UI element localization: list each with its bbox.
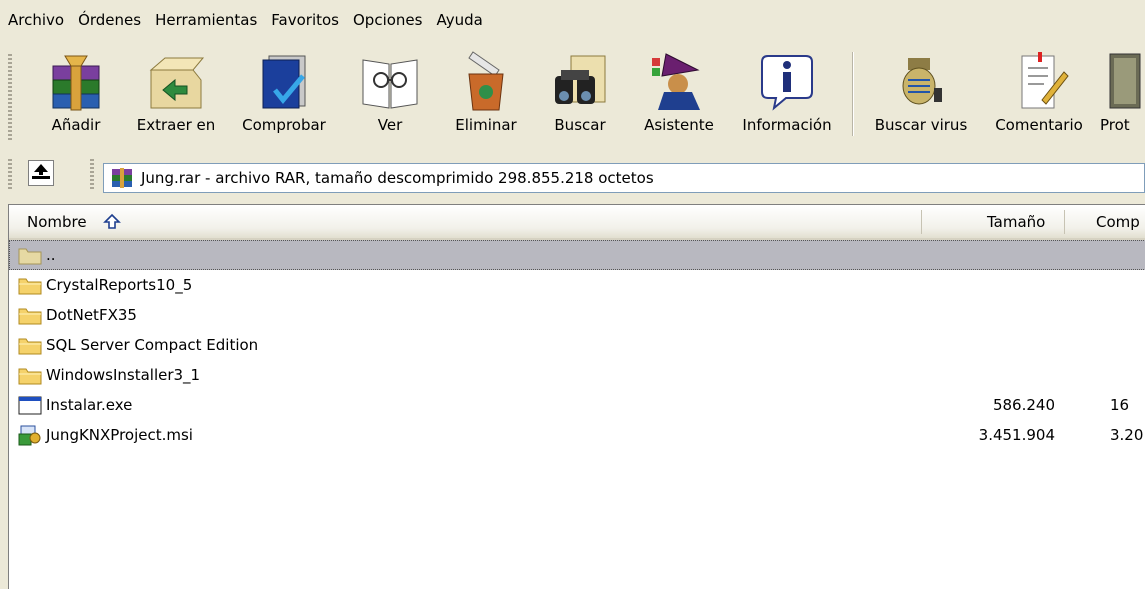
- column-size-label: Tamaño: [987, 212, 1046, 231]
- column-name-label: Nombre: [27, 212, 87, 231]
- delete-button[interactable]: Eliminar: [446, 50, 526, 142]
- view-button-label: Ver: [377, 116, 403, 134]
- info-icon: [761, 55, 813, 111]
- wizard-icon: [652, 53, 700, 110]
- folder-icon: [18, 338, 42, 355]
- find-icon: [555, 55, 606, 104]
- up-folder-button[interactable]: [28, 160, 54, 186]
- wizard-button[interactable]: Asistente: [634, 50, 724, 142]
- menu-archivo[interactable]: Archivo: [0, 11, 70, 29]
- view-icon: [362, 59, 418, 109]
- test-button-label: Comprobar: [242, 116, 326, 134]
- file-packed: 16: [1110, 396, 1130, 414]
- table-row[interactable]: CrystalReports10_5: [9, 270, 1145, 300]
- extract-icon: [149, 57, 205, 109]
- add-button[interactable]: Añadir: [36, 50, 116, 142]
- extract-button[interactable]: Extraer en: [126, 50, 226, 142]
- file-name: CrystalReports10_5: [46, 276, 193, 294]
- address-text: Jung.rar - archivo RAR, tamaño descompri…: [141, 169, 654, 187]
- add-archive-icon: [52, 55, 100, 111]
- toolbar: Añadir Extraer en Comprobar Ver Eliminar…: [0, 44, 1145, 144]
- menu-herramientas[interactable]: Herramientas: [147, 11, 263, 29]
- protect-icon: [1109, 53, 1141, 109]
- up-arrow-icon: [32, 164, 50, 179]
- menu-favoritos[interactable]: Favoritos: [263, 11, 345, 29]
- parent-folder-icon: [18, 248, 42, 265]
- virus-scan-button[interactable]: Buscar virus: [866, 50, 976, 142]
- table-row[interactable]: WindowsInstaller3_1: [9, 360, 1145, 390]
- toolbar-grip[interactable]: [8, 54, 12, 140]
- comment-icon: [1021, 52, 1069, 109]
- virus-scan-icon: [902, 58, 942, 105]
- address-grip-2[interactable]: [90, 159, 94, 191]
- sort-up-arrow-icon: [102, 213, 121, 229]
- rar-archive-icon: [112, 168, 132, 188]
- menu-bar: Archivo Órdenes Herramientas Favoritos O…: [0, 0, 1145, 40]
- file-name: WindowsInstaller3_1: [46, 366, 201, 384]
- find-button-label: Buscar: [554, 116, 606, 134]
- address-grip[interactable]: [8, 159, 12, 191]
- column-packed-label: Comp: [1096, 212, 1140, 231]
- toolbar-separator: [852, 52, 854, 136]
- column-packed-header[interactable]: Comp: [1096, 205, 1140, 238]
- file-name: DotNetFX35: [46, 306, 137, 324]
- column-size-header[interactable]: Tamaño: [987, 205, 1045, 238]
- table-row[interactable]: JungKNXProject.msi 3.451.904 3.20: [9, 420, 1145, 450]
- file-list[interactable]: Nombre Tamaño Comp .. CrystalReports10_5…: [8, 204, 1145, 589]
- column-divider[interactable]: [1064, 210, 1065, 234]
- column-name-header[interactable]: Nombre: [27, 205, 121, 238]
- comment-button-label: Comentario: [995, 116, 1083, 134]
- info-button[interactable]: Información: [732, 50, 842, 142]
- folder-icon: [18, 278, 42, 295]
- delete-button-label: Eliminar: [455, 116, 517, 134]
- menu-opciones[interactable]: Opciones: [345, 11, 428, 29]
- add-button-label: Añadir: [51, 116, 101, 134]
- table-row[interactable]: SQL Server Compact Edition: [9, 330, 1145, 360]
- column-divider[interactable]: [921, 210, 922, 234]
- list-header: Nombre Tamaño Comp: [9, 205, 1145, 240]
- address-bar: Jung.rar - archivo RAR, tamaño descompri…: [0, 153, 1145, 199]
- file-packed: 3.20: [1110, 426, 1144, 444]
- table-row[interactable]: Instalar.exe 586.240 16: [9, 390, 1145, 420]
- table-row[interactable]: DotNetFX35: [9, 300, 1145, 330]
- address-field[interactable]: Jung.rar - archivo RAR, tamaño descompri…: [103, 163, 1145, 193]
- menu-ordenes[interactable]: Órdenes: [70, 11, 147, 29]
- file-name: SQL Server Compact Edition: [46, 336, 259, 354]
- exe-file-icon: [18, 396, 42, 415]
- msi-installer-icon: [18, 425, 41, 446]
- test-button[interactable]: Comprobar: [234, 50, 334, 142]
- info-button-label: Información: [742, 116, 832, 134]
- view-button[interactable]: Ver: [350, 50, 430, 142]
- find-button[interactable]: Buscar: [542, 50, 618, 142]
- file-name: JungKNXProject.msi: [46, 426, 193, 444]
- delete-icon: [468, 51, 504, 111]
- test-icon: [262, 55, 306, 109]
- menu-ayuda[interactable]: Ayuda: [428, 11, 488, 29]
- comment-button[interactable]: Comentario: [986, 50, 1092, 142]
- protect-button-label: Prot: [1100, 116, 1130, 134]
- file-name: Instalar.exe: [46, 396, 133, 414]
- folder-icon: [18, 368, 42, 385]
- file-name: ..: [46, 246, 56, 264]
- file-size: 586.240: [992, 396, 1055, 414]
- folder-icon: [18, 308, 42, 325]
- wizard-button-label: Asistente: [644, 116, 714, 134]
- file-size: 3.451.904: [978, 426, 1055, 444]
- extract-button-label: Extraer en: [136, 116, 216, 134]
- protect-button[interactable]: Prot: [1100, 50, 1145, 142]
- virus-scan-button-label: Buscar virus: [874, 116, 968, 134]
- table-row-parent[interactable]: ..: [9, 240, 1145, 270]
